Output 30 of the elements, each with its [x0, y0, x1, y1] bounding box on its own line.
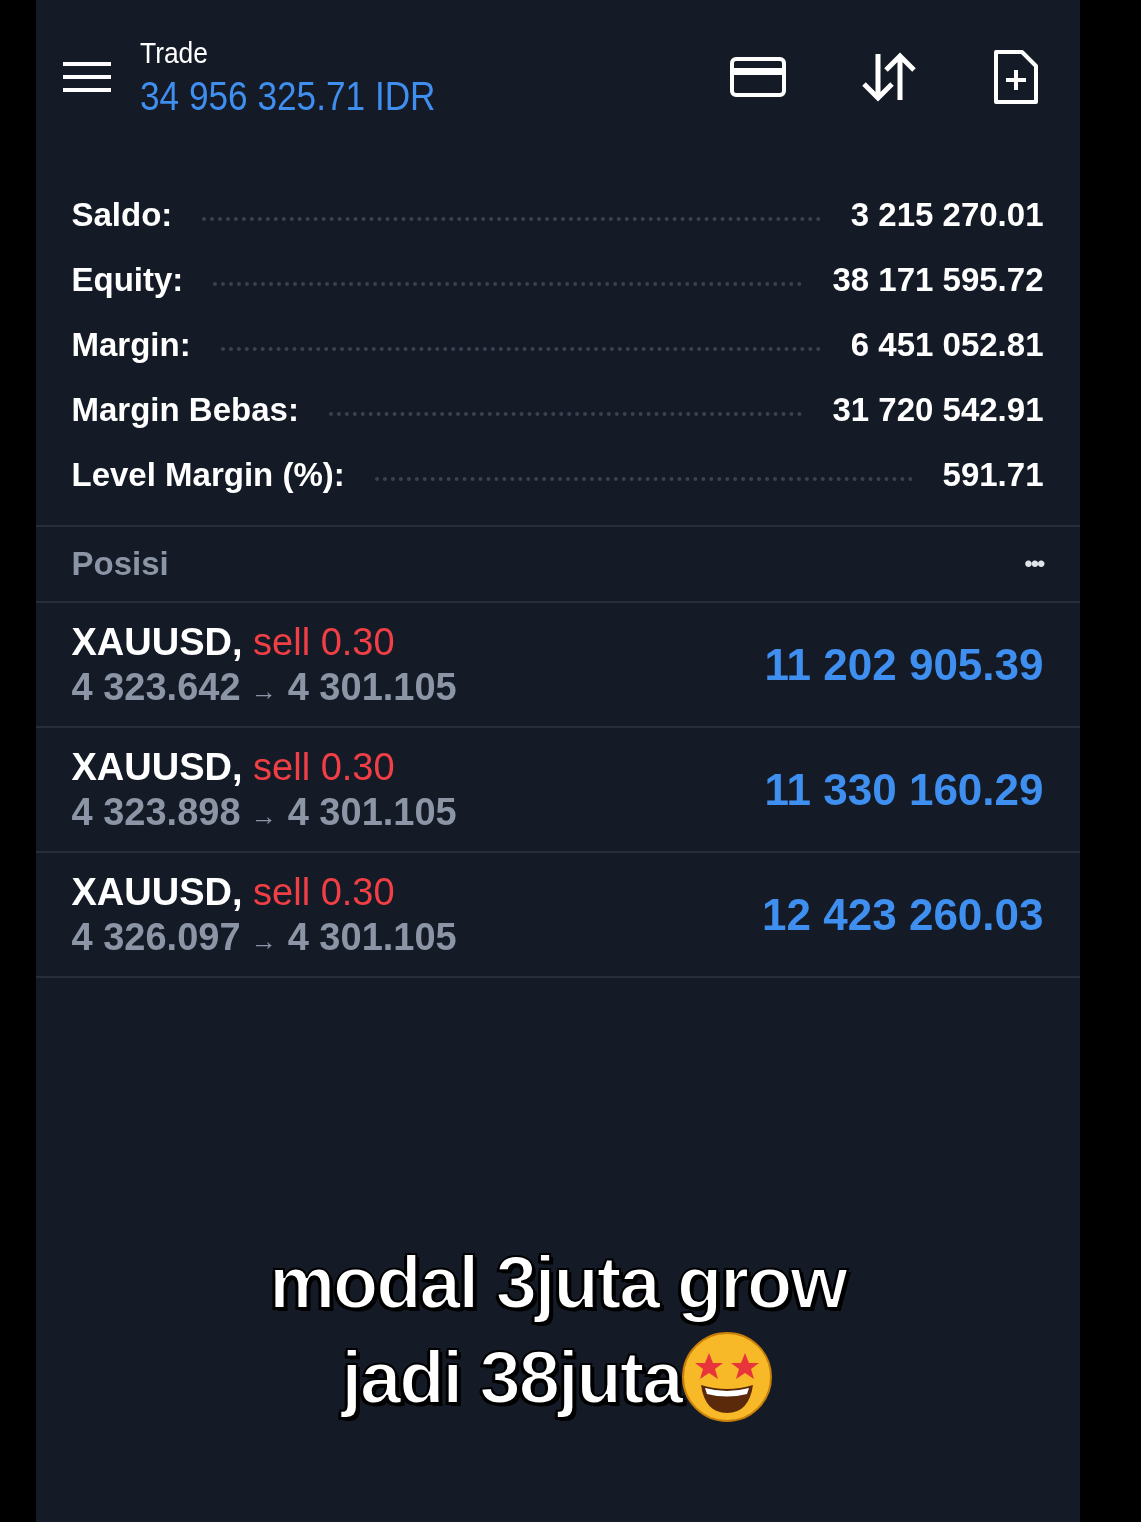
position-symbol: XAUUSD, sell 0.30 [71, 870, 396, 914]
position-profit: 11 202 905.39 [764, 639, 1044, 690]
caption-text: jadi 38juta [341, 1334, 682, 1420]
menu-icon[interactable] [62, 60, 111, 94]
summary-label: Equity: [71, 260, 184, 299]
summary-value: 3 215 270.01 [850, 195, 1044, 234]
position-prices: 4 323.898 → 4 301.105 [71, 790, 457, 834]
position-prices: 4 323.642 → 4 301.105 [71, 665, 457, 709]
add-document-icon[interactable] [991, 48, 1040, 106]
position-symbol: XAUUSD, sell 0.30 [71, 745, 396, 789]
summary-label: Margin Bebas: [71, 390, 299, 429]
position-profit: 11 330 160.29 [764, 764, 1044, 815]
summary-label: Margin: [71, 325, 191, 364]
credit-card-icon[interactable] [729, 57, 786, 97]
section-title: Posisi [71, 545, 169, 583]
position-symbol: XAUUSD, sell 0.30 [71, 620, 396, 664]
account-balance: 34 956 325.71 IDR [139, 73, 436, 119]
screen-title: Trade [139, 35, 209, 70]
position-profit: 12 423 260.03 [762, 889, 1044, 940]
more-button[interactable]: ••• [1024, 550, 1044, 578]
sort-arrows-icon[interactable] [859, 52, 918, 102]
summary-value: 31 720 542.91 [832, 390, 1044, 429]
summary-value: 38 171 595.72 [832, 260, 1044, 299]
summary-label: Level Margin (%): [71, 455, 345, 494]
summary-value: 6 451 052.81 [850, 325, 1044, 364]
position-prices: 4 326.097 → 4 301.105 [71, 915, 457, 959]
summary-label: Saldo: [71, 195, 173, 234]
caption-text: modal 3juta grow [269, 1240, 846, 1325]
summary-value: 591.71 [942, 455, 1044, 494]
star-eyes-emoji-icon [681, 1331, 774, 1423]
